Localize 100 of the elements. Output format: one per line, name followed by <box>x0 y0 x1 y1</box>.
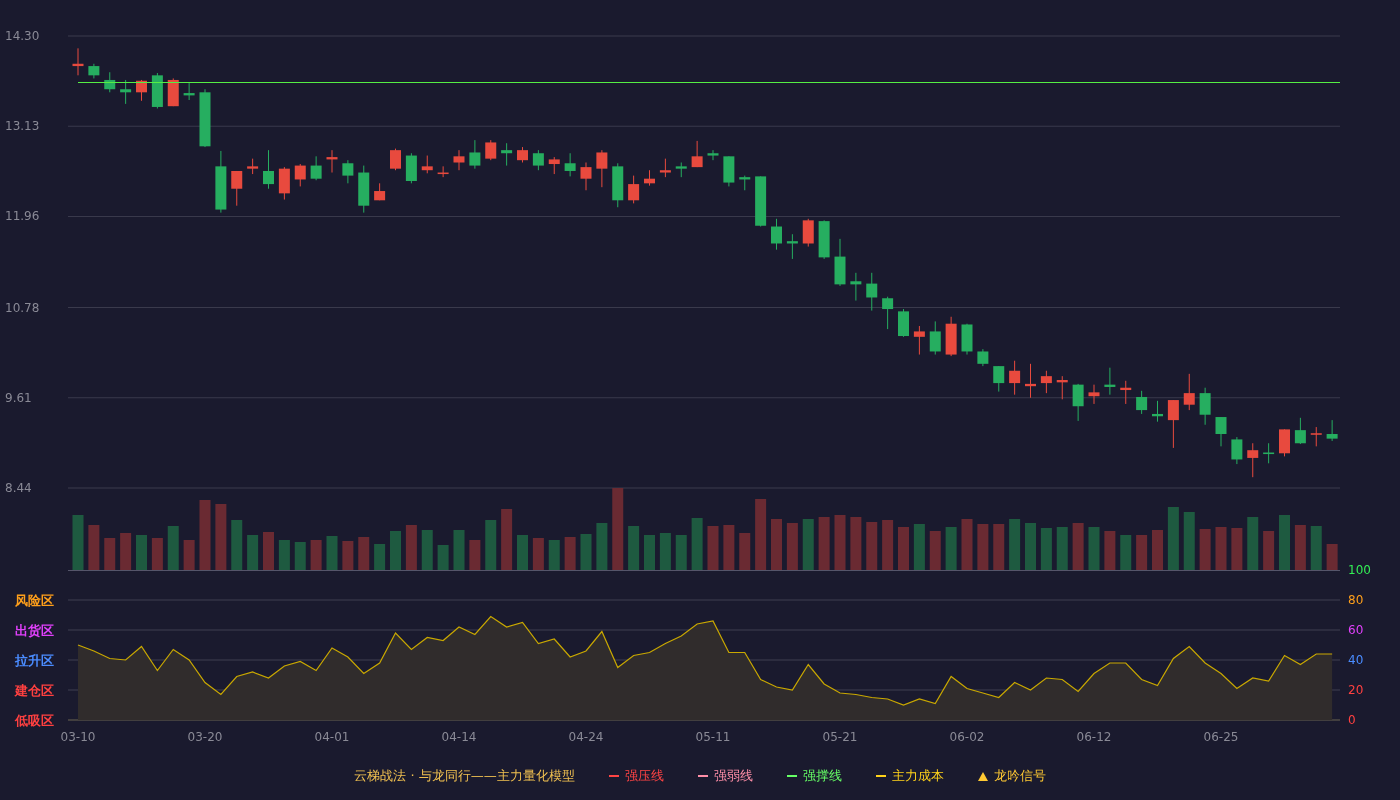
volume-bar <box>390 531 401 570</box>
volume-bar <box>453 530 465 570</box>
volume-bar <box>136 535 147 570</box>
volume-bar <box>882 520 894 570</box>
volume-bar <box>263 532 274 570</box>
candle <box>1120 380 1132 405</box>
candle <box>358 165 370 214</box>
candle <box>310 155 322 181</box>
volume-bar <box>659 533 671 570</box>
date-label: 05-11 <box>695 730 731 744</box>
volume-bar <box>374 544 386 570</box>
volume-bar <box>1009 519 1021 570</box>
volume-bar <box>1072 523 1084 570</box>
candle <box>675 162 687 178</box>
volume-bar <box>739 533 751 570</box>
zone-label: 风险区 <box>15 593 54 608</box>
candle <box>612 162 624 208</box>
legend-label[interactable]: 强撑线 <box>802 767 842 785</box>
volume-bar <box>326 536 338 570</box>
candle <box>977 348 989 367</box>
volume-bar <box>294 542 306 570</box>
volume-bar <box>517 535 528 570</box>
volume-bar <box>1263 531 1275 570</box>
candle <box>993 365 1005 393</box>
candle <box>247 158 259 175</box>
candle <box>786 233 798 260</box>
candle <box>1247 442 1259 478</box>
candle <box>469 139 481 170</box>
candle <box>771 218 782 251</box>
candle <box>850 272 862 302</box>
volume-bar <box>421 530 433 570</box>
volume-bar <box>707 526 719 570</box>
date-label: 06-12 <box>1076 730 1112 744</box>
volume-bar <box>929 531 941 570</box>
candle <box>1136 390 1148 415</box>
legend-label[interactable]: 强压线 <box>624 767 664 785</box>
date-label: 06-02 <box>949 730 985 744</box>
candle <box>405 152 417 184</box>
volume-bar <box>120 533 132 570</box>
volume-bar <box>88 525 100 570</box>
candle <box>263 149 274 190</box>
candle <box>1009 360 1021 396</box>
volume-bar <box>358 537 370 570</box>
candle <box>517 146 528 163</box>
candle <box>628 175 640 204</box>
legend-label[interactable]: 强弱线 <box>713 767 753 785</box>
volume-bar <box>644 535 655 570</box>
candle <box>691 140 703 168</box>
volume-bar <box>898 527 909 570</box>
volume-bar <box>1215 527 1227 570</box>
candle <box>183 82 195 101</box>
candle <box>1025 363 1036 399</box>
candle <box>120 79 132 105</box>
volume-bar <box>231 520 243 570</box>
volume-bar <box>866 522 878 570</box>
volume-bar <box>834 515 846 570</box>
volume-bar <box>1294 525 1306 570</box>
volume-bar <box>1326 544 1338 570</box>
candle <box>278 166 290 200</box>
candle <box>580 162 592 191</box>
volume-bar <box>151 538 163 570</box>
volume-bar <box>167 526 179 570</box>
volume-bar <box>1247 517 1259 570</box>
legend-title: 云梯战法 · 与龙同行——主力量化模型 <box>354 767 575 785</box>
candle <box>913 325 925 356</box>
volume-bar <box>1104 531 1116 570</box>
volume-bar <box>437 545 449 570</box>
candle <box>501 142 513 167</box>
candle <box>72 47 84 76</box>
candle <box>834 238 846 287</box>
volume-bar <box>1310 526 1322 570</box>
volume-bar <box>247 535 259 570</box>
volume-bar <box>913 524 925 570</box>
date-label: 04-14 <box>441 730 477 744</box>
candle <box>1263 442 1275 464</box>
candle <box>739 175 751 191</box>
axis-label: 80 <box>1348 593 1364 607</box>
candle <box>707 149 719 161</box>
candle <box>167 77 179 107</box>
legend-label[interactable]: 主力成本 <box>891 767 944 785</box>
candle <box>1056 375 1068 400</box>
volume-bar <box>215 504 227 570</box>
date-label: 04-01 <box>314 730 350 744</box>
candle <box>294 163 306 187</box>
volume-bar <box>993 524 1005 570</box>
candle <box>1310 426 1322 447</box>
candle <box>1104 367 1116 396</box>
candle <box>326 149 338 174</box>
legend-label[interactable]: 龙吟信号 <box>993 767 1046 785</box>
candle <box>723 155 735 187</box>
volume-bar <box>1152 530 1163 570</box>
candle <box>215 150 227 214</box>
candle <box>644 169 655 187</box>
axis-label: 8.44 <box>5 481 32 495</box>
candle <box>961 323 973 356</box>
volume-bar <box>802 519 814 570</box>
candle <box>199 88 211 148</box>
volume-bar <box>342 541 354 570</box>
candle <box>1279 428 1290 457</box>
candle <box>1199 387 1211 426</box>
